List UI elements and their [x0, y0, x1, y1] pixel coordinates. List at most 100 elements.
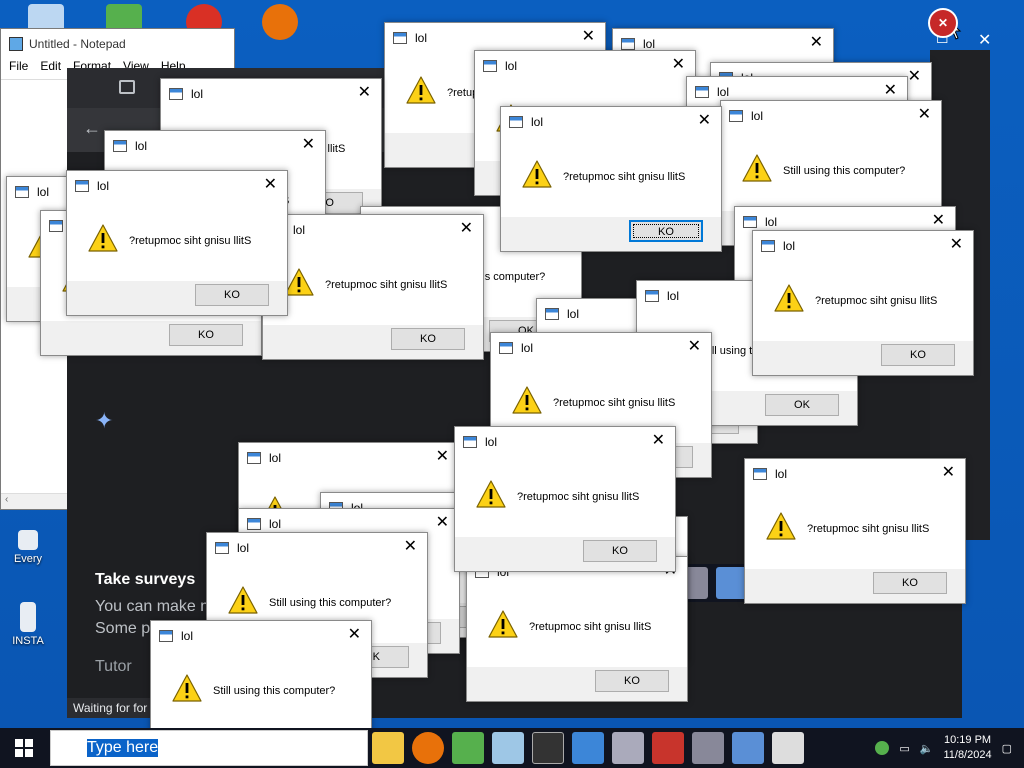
- message-dialog[interactable]: lol ✕ ?retupmoc siht gnisu llitS KO: [454, 426, 676, 572]
- dialog-titlebar[interactable]: lol ✕: [263, 215, 483, 245]
- menu-edit[interactable]: Edit: [40, 59, 61, 79]
- close-icon[interactable]: ✕: [672, 56, 685, 74]
- close-icon[interactable]: ✕: [652, 432, 665, 450]
- close-icon[interactable]: ✕: [302, 136, 315, 154]
- taskbar: Type here ▭ 🔈 10:19 PM 11/8/2024 ▢: [0, 728, 1024, 768]
- user-tray-icon[interactable]: [875, 741, 890, 755]
- desktop-icon-label: Every: [13, 553, 43, 565]
- tab-search-icon[interactable]: [119, 80, 135, 94]
- dialog-titlebar[interactable]: lol ✕: [501, 107, 721, 137]
- message-dialog[interactable]: lol ✕ ?retupmoc siht gnisu llitS KO: [262, 214, 484, 360]
- notepad-titlebar[interactable]: Untitled - Notepad: [1, 29, 234, 59]
- dialog-title: lol: [531, 115, 544, 129]
- dialog-ok-button[interactable]: OK: [765, 394, 839, 416]
- window-icon[interactable]: [572, 732, 604, 764]
- dialog-titlebar[interactable]: lol ✕: [67, 171, 287, 201]
- message-dialog[interactable]: lol ✕ ?retupmoc siht gnisu llitS KO: [744, 458, 966, 604]
- dialog-titlebar[interactable]: lol ✕: [753, 231, 973, 261]
- desktop-shortcut-every[interactable]: Every: [0, 530, 56, 565]
- terminal-icon[interactable]: [532, 732, 564, 764]
- dialog-ok-button[interactable]: KO: [169, 324, 243, 346]
- app-icon: [695, 86, 709, 98]
- dialog-titlebar[interactable]: lol ✕: [239, 443, 459, 473]
- dialog-titlebar[interactable]: lol ✕: [721, 101, 941, 131]
- dialog-ok-button[interactable]: KO: [881, 344, 955, 366]
- close-icon[interactable]: ✕: [978, 30, 991, 50]
- computer-icon[interactable]: [612, 732, 644, 764]
- dialog-title: lol: [643, 37, 656, 51]
- close-icon[interactable]: ✕: [884, 82, 897, 100]
- desktop-shortcut-insta[interactable]: INSTA: [0, 602, 56, 647]
- close-icon[interactable]: ✕: [404, 538, 417, 556]
- dialog-titlebar[interactable]: lol ✕: [491, 333, 711, 363]
- dialog-title: lol: [269, 451, 282, 465]
- dialog-title: lol: [135, 139, 148, 153]
- search-input[interactable]: Type here: [50, 730, 368, 766]
- dialog-body: ?retupmoc siht gnisu llitS: [501, 137, 721, 217]
- close-icon[interactable]: ✕: [460, 220, 473, 238]
- close-icon[interactable]: ✕: [908, 68, 921, 86]
- dialog-ok-button[interactable]: KO: [595, 670, 669, 692]
- warning-icon: [88, 224, 118, 252]
- close-icon[interactable]: ✕: [358, 84, 371, 102]
- windows-icon: [15, 739, 33, 757]
- network-icon[interactable]: [692, 732, 724, 764]
- dialog-titlebar[interactable]: lol ✕: [207, 533, 427, 563]
- close-icon[interactable]: ✕: [950, 236, 963, 254]
- dialog-body: Still using this computer?: [721, 131, 941, 211]
- message-dialog[interactable]: lol ✕ ?retupmoc siht gnisu llitS KO: [500, 106, 722, 252]
- message-dialog[interactable]: lol ✕ Still using this computer? OK: [150, 620, 372, 728]
- message-dialog[interactable]: lol ✕ ?retupmoc siht gnisu llitS KO: [466, 556, 688, 702]
- warning-icon: [476, 480, 506, 508]
- cubes-icon[interactable]: [732, 732, 764, 764]
- dialog-titlebar[interactable]: lol ✕: [151, 621, 371, 651]
- close-icon[interactable]: ✕: [436, 514, 449, 532]
- file-icon: [20, 602, 36, 632]
- message-dialog[interactable]: lol ✕ ?retupmoc siht gnisu llitS KO: [752, 230, 974, 376]
- dialog-title: lol: [775, 467, 788, 481]
- close-icon[interactable]: ✕: [942, 464, 955, 482]
- dialog-message: ?retupmoc siht gnisu llitS: [815, 295, 938, 307]
- close-icon[interactable]: ✕: [436, 448, 449, 466]
- dialog-titlebar[interactable]: lol ✕: [455, 427, 675, 457]
- dialog-title: lol: [191, 87, 204, 101]
- dialog-body: ?retupmoc siht gnisu llitS: [67, 201, 287, 281]
- network-tray-icon[interactable]: ▭: [899, 742, 909, 755]
- dialog-ok-button[interactable]: KO: [873, 572, 947, 594]
- dialog-message: Still using this computer?: [783, 165, 906, 177]
- menu-file[interactable]: File: [9, 59, 28, 79]
- notepad-icon[interactable]: [492, 732, 524, 764]
- firefox-icon[interactable]: [252, 4, 308, 43]
- file-explorer-icon[interactable]: [372, 732, 404, 764]
- users-icon[interactable]: [452, 732, 484, 764]
- system-tray: ▭ 🔈 10:19 PM 11/8/2024 ▢: [875, 728, 1012, 768]
- back-icon[interactable]: ←: [83, 118, 101, 139]
- close-icon[interactable]: ✕: [932, 212, 945, 230]
- dialog-titlebar[interactable]: lol ✕: [105, 131, 325, 161]
- message-dialog[interactable]: lol ✕ ?retupmoc siht gnisu llitS KO: [66, 170, 288, 316]
- close-icon[interactable]: ✕: [582, 28, 595, 46]
- close-icon[interactable]: ✕: [348, 626, 361, 644]
- close-icon[interactable]: ✕: [688, 338, 701, 356]
- paint-icon[interactable]: [772, 732, 804, 764]
- dialog-titlebar[interactable]: lol ✕: [161, 79, 381, 109]
- toolbox-icon[interactable]: [652, 732, 684, 764]
- notifications-icon[interactable]: ▢: [1002, 742, 1012, 755]
- dialog-titlebar[interactable]: lol ✕: [475, 51, 695, 81]
- close-icon[interactable]: ✕: [264, 176, 277, 194]
- close-icon[interactable]: ✕: [698, 112, 711, 130]
- close-icon[interactable]: ✕: [918, 106, 931, 124]
- clock[interactable]: 10:19 PM 11/8/2024: [943, 733, 991, 763]
- dialog-ok-button[interactable]: KO: [195, 284, 269, 306]
- dialog-ok-button[interactable]: KO: [629, 220, 703, 242]
- dialog-ok-button[interactable]: KO: [583, 540, 657, 562]
- volume-icon[interactable]: 🔈: [920, 742, 934, 755]
- close-icon[interactable]: ✕: [810, 34, 823, 52]
- dialog-titlebar[interactable]: lol ✕: [745, 459, 965, 489]
- dialog-titlebar[interactable]: lol ✕: [385, 23, 605, 53]
- start-button[interactable]: [0, 728, 48, 768]
- clock-time: 10:19 PM: [943, 734, 992, 746]
- dialog-ok-button[interactable]: KO: [391, 328, 465, 350]
- firefox-icon[interactable]: [412, 732, 444, 764]
- error-icon: ✕: [928, 8, 958, 38]
